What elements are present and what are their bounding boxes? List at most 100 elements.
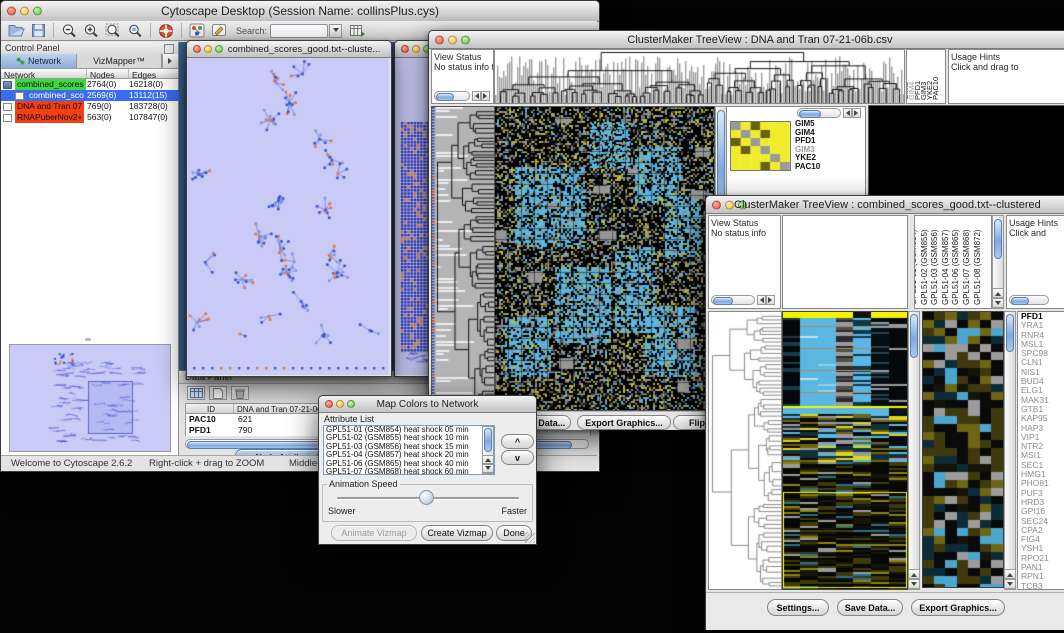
tv1-titlebar[interactable]: ClusterMaker TreeView : DNA and Tran 07-… [429, 31, 1064, 49]
tv2-heatmap-vscrollbar[interactable] [908, 311, 920, 590]
tv2-usage-hints: Usage Hints Click and [1006, 215, 1064, 309]
tv2-hints-scrollbar[interactable] [1009, 295, 1049, 305]
tv1-zoom-heatmap[interactable] [730, 121, 791, 171]
attribute-listbox[interactable]: GPL51-01 (GSM854) heat shock 05 minGPL51… [323, 425, 495, 475]
main-titlebar[interactable]: Cytoscape Desktop (Session Name: collins… [1, 1, 599, 22]
animation-speed-group: Animation Speed Slower Faster [322, 484, 533, 522]
tv1-global-heatmap[interactable] [494, 106, 715, 411]
move-down-button[interactable]: v [501, 450, 534, 465]
network-overview-icon[interactable] [187, 22, 207, 40]
tv1-view-status: View Status No status info f [431, 49, 494, 104]
help-lifering-icon[interactable] [156, 22, 176, 40]
animate-vizmap-button[interactable]: Animate Vizmap [331, 525, 417, 541]
tv2-labels-vscrollbar[interactable] [992, 215, 1004, 309]
network-name: RNAPuberNov2+ [15, 112, 84, 123]
zoom-out-icon[interactable] [59, 22, 79, 40]
tab-network[interactable]: Network [1, 54, 77, 68]
create-vizmap-button[interactable]: Create Vizmap [421, 525, 493, 541]
delete-attribute-icon[interactable] [231, 386, 249, 400]
new-attribute-icon[interactable] [209, 386, 227, 400]
column-label: GPL51-01 (GSM854) [914, 229, 918, 305]
minimize-icon [412, 45, 420, 53]
gene-id-cell: PAC10 [189, 414, 216, 424]
network-nodes-count: 769(0) [87, 101, 112, 112]
column-label: GPL51-04 (GSM857) [941, 229, 950, 305]
tv1-column-labels: GIM5GIM4PFD1GIM3YKE2PAC10 [906, 49, 946, 104]
tab-overflow-button[interactable] [162, 54, 178, 68]
tv2-settings-button[interactable]: Settings... [767, 599, 829, 616]
move-up-button[interactable]: ^ [501, 434, 534, 449]
resize-grip[interactable] [524, 532, 535, 543]
search-input[interactable] [270, 24, 328, 38]
tv2-column-dendrogram[interactable] [782, 215, 908, 309]
search-dropdown-button[interactable] [329, 24, 342, 38]
tv1-usage-hints: Usage Hints Click and drag to [948, 49, 1064, 104]
map-colors-dialog: Map Colors to Network Attribute List GPL… [318, 395, 537, 545]
column-label: GPL51-08 (GSM872) [973, 229, 982, 305]
scroll-right-icon[interactable] [766, 295, 775, 305]
network-table-row[interactable]: combined_scores2764(0)16218(0) [1, 79, 179, 90]
tv2-row-dendrogram[interactable] [708, 311, 782, 590]
tv1-column-dendrogram[interactable] [494, 49, 905, 104]
tv2-main-heatmap[interactable] [782, 311, 908, 590]
network-table-header[interactable]: Network Nodes Edges [1, 68, 178, 79]
network-table-row[interactable]: RNAPuberNov2+563(0) 107847(0) [1, 112, 179, 123]
dialog-titlebar[interactable]: Map Colors to Network [319, 396, 536, 413]
tv2-zoom-vscrollbar[interactable] [1004, 311, 1016, 590]
tv2-view-status: View Status No status info [708, 215, 781, 309]
tv2-title: ClusterMaker TreeView : combined_scores_… [706, 196, 1064, 213]
tv1-zoom-hscrollbar[interactable] [797, 108, 841, 118]
tv2-column-labels: GPL51-01 (GSM854)GPL51-02 (GSM855)GPL51-… [914, 215, 992, 309]
annotation-icon[interactable] [209, 22, 229, 40]
tv2-save-data-button[interactable]: Save Data... [837, 599, 903, 616]
net1-title: combined_scores_good.txt--cluste... [187, 41, 391, 57]
tv2-titlebar[interactable]: ClusterMaker TreeView : combined_scores_… [706, 196, 1064, 214]
close-icon [401, 45, 409, 53]
network-name: combined_sco [27, 90, 86, 101]
network-canvas-1[interactable] [187, 58, 389, 375]
tv1-export-graphics-button[interactable]: Export Graphics... [577, 415, 671, 430]
scroll-right-icon[interactable] [852, 108, 861, 118]
network-table-row[interactable]: combined_sco2569(6)13112(15) [1, 90, 179, 101]
network-table-row[interactable]: DNA and Tran 07769(0)183728(0) [1, 101, 179, 112]
scroll-left-icon[interactable] [843, 108, 852, 118]
slower-label: Slower [328, 506, 356, 516]
tv1-status-scrollbar[interactable] [434, 91, 470, 101]
tv2-gene-list[interactable]: PFD1YRA1RNR4MSL1SPC98CLN1NIS1BUD4ELG1MAK… [1017, 311, 1064, 590]
open-session-icon[interactable] [6, 22, 26, 40]
network-birdseye-view[interactable] [9, 344, 171, 452]
network-nodes-count: 563(0) [87, 112, 112, 123]
attribute-list-item[interactable]: GPL51-07 (GSM868) heat shock 60 min [324, 468, 494, 475]
tv1-title: ClusterMaker TreeView : DNA and Tran 07-… [429, 31, 1064, 48]
net2-window-controls[interactable] [401, 45, 431, 53]
scroll-right-icon[interactable] [481, 91, 490, 101]
net1-titlebar[interactable]: combined_scores_good.txt--cluste... [187, 41, 391, 58]
panel-divider-handle[interactable] [85, 338, 91, 341]
scroll-left-icon[interactable] [472, 91, 481, 101]
import-table-icon[interactable] [347, 22, 367, 40]
control-panel-title: Control Panel [5, 43, 60, 53]
tv1-row-dendrogram[interactable] [431, 106, 495, 411]
tv2-button-bar: Settings... Save Data... Export Graphics..… [706, 592, 1064, 630]
animation-slider-thumb[interactable] [419, 490, 434, 505]
faster-label: Faster [501, 506, 527, 516]
scroll-left-icon[interactable] [757, 295, 766, 305]
tv2-status-scrollbar[interactable] [711, 295, 755, 305]
attribute-select-icon[interactable] [187, 386, 205, 400]
column-label: GPL51-03 (GSM856) [930, 229, 939, 305]
zoom-selected-icon[interactable] [125, 22, 145, 40]
tab-vizmapper[interactable]: VizMapper™ [77, 54, 162, 68]
network-edges-count: 107847(0) [129, 112, 168, 123]
tv2-export-graphics-button[interactable]: Export Graphics... [911, 599, 1005, 616]
file-icon [3, 114, 12, 122]
attribute-list-scrollbar[interactable] [482, 426, 494, 474]
gene-label[interactable]: TCB3 [1018, 582, 1064, 590]
tv2-zoom-heatmap[interactable] [922, 311, 1004, 588]
zoom-fit-icon[interactable] [103, 22, 123, 40]
float-panel-icon[interactable] [164, 44, 174, 54]
zoom-in-icon[interactable] [81, 22, 101, 40]
value-cell: 790 [238, 425, 252, 435]
save-session-icon[interactable] [28, 22, 48, 40]
treeview-window-2: ClusterMaker TreeView : combined_scores_… [705, 195, 1064, 630]
value-cell: 621 [238, 414, 252, 424]
